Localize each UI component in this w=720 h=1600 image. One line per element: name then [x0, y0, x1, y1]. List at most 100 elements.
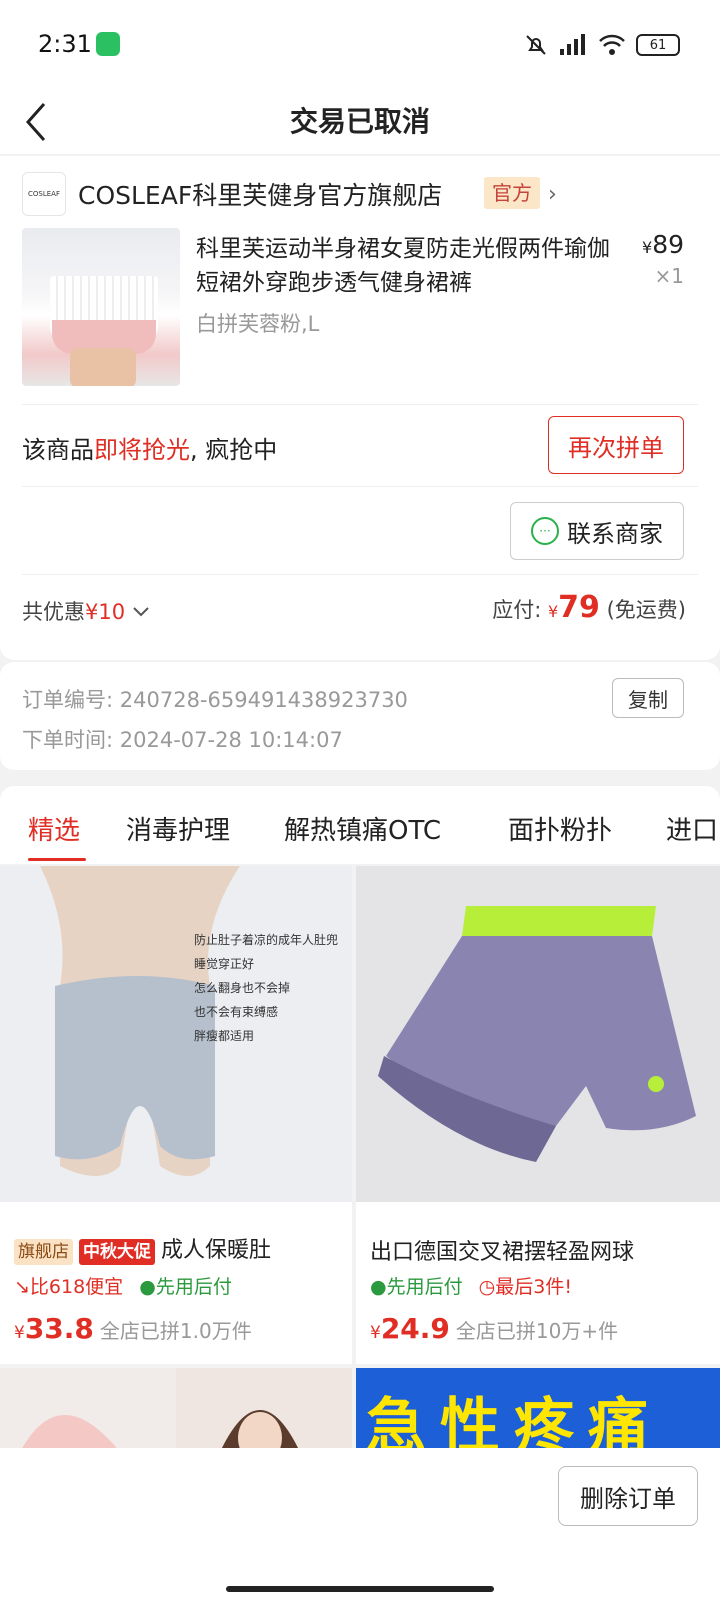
price-currency: ¥ [642, 238, 653, 257]
sold-count: 全店已拼10万+件 [455, 1319, 619, 1343]
product-thumbnail[interactable] [22, 228, 180, 386]
badge-cheaper: 比618便宜 [29, 1276, 124, 1298]
order-number-label: 订单编号: [22, 688, 114, 712]
payable-label: 应付: [492, 598, 542, 622]
recommendation-card[interactable] [0, 1368, 352, 1452]
status-bar: 2:31 61 [0, 0, 720, 90]
divider [22, 574, 698, 575]
chevron-left-icon [25, 103, 46, 141]
pay-later-icon: ● [370, 1276, 387, 1298]
pay-later-icon: ● [139, 1276, 156, 1298]
product-quantity: ×1 [654, 264, 684, 288]
divider [22, 404, 698, 405]
delete-order-button[interactable]: 删除订单 [558, 1466, 698, 1526]
tennis-skirt-illustration [356, 866, 720, 1202]
discount-summary[interactable]: 共优惠¥10 [22, 596, 150, 626]
sold-count: 全店已拼1.0万件 [99, 1319, 252, 1343]
discount-value: ¥10 [85, 600, 126, 624]
chevron-down-icon [133, 607, 149, 617]
nav-bar: 交易已取消 [0, 90, 720, 154]
product-title[interactable]: 科里芙运动半身裙女夏防走光假两件瑜伽短裙外穿跑步透气健身裙裤 [196, 232, 616, 300]
order-number-row: 订单编号: 240728-659491438923730 [22, 684, 408, 714]
status-icons: 61 [524, 32, 680, 58]
order-card: COSLEAF COSLEAF科里芙健身官方旗舰店 官方 › 科里芙运动半身裙女… [0, 156, 720, 660]
status-time: 2:31 [38, 30, 92, 58]
product-badges: ●先用后付 ◷最后3件! [370, 1272, 572, 1299]
caption-line: 怎么翻身也不会掉 [194, 981, 291, 995]
tab-featured[interactable]: 精选 [28, 810, 80, 847]
shipping-note: (免运费) [606, 598, 686, 622]
hint-highlight: 即将抢光 [94, 436, 190, 464]
flagship-tag: 旗舰店 [14, 1239, 73, 1265]
store-logo-text: COSLEAF [28, 190, 60, 198]
caption-line: 睡觉穿正好 [194, 957, 255, 971]
official-badge: 官方 [484, 177, 540, 209]
stock-hint: 该商品即将抢光, 疯抢中 [22, 430, 277, 465]
page-title: 交易已取消 [289, 105, 430, 138]
product-title: 旗舰店 中秋大促 成人保暖肚 [14, 1232, 271, 1265]
clock-icon: ◷ [478, 1276, 496, 1298]
price-currency: ¥ [14, 1323, 25, 1343]
product-image[interactable]: 防止肚子着凉的成年人肚兜 睡觉穿正好 怎么翻身也不会掉 也不会有束缚感 胖瘦都适… [0, 866, 352, 1202]
order-number: 240728-659491438923730 [119, 688, 408, 712]
recommendation-card[interactable]: 防止肚子着凉的成年人肚兜 睡觉穿正好 怎么翻身也不会掉 也不会有束缚感 胖瘦都适… [0, 866, 352, 1364]
promo-tag: 中秋大促 [79, 1239, 155, 1265]
contact-seller-label: 联系商家 [567, 519, 663, 548]
product-image-caption: 防止肚子着凉的成年人肚兜 睡觉穿正好 怎么翻身也不会掉 也不会有束缚感 胖瘦都适… [194, 928, 352, 1048]
product-image[interactable] [356, 866, 720, 1202]
badge-pay-later: 先用后付 [386, 1276, 463, 1298]
price-currency: ¥ [370, 1323, 381, 1343]
badge-pay-later: 先用后付 [155, 1276, 232, 1298]
price-drop-icon: ↘ [14, 1276, 30, 1298]
caption-line: 胖瘦都适用 [194, 1029, 255, 1043]
product-image [0, 1368, 352, 1452]
order-time-label: 下单时间: [22, 728, 114, 752]
wifi-icon [599, 34, 625, 55]
mute-bell-icon [526, 35, 546, 55]
rebuy-button[interactable]: 再次拼单 [548, 416, 684, 474]
banner-text: 急性疼痛 [366, 1392, 662, 1452]
recommendation-card[interactable]: 出口德国交叉裙摆轻盈网球 ●先用后付 ◷最后3件! ¥24.9 全店已拼10万+件 [356, 866, 720, 1364]
store-name[interactable]: COSLEAF科里芙健身官方旗舰店 [78, 176, 442, 212]
order-info: 订单编号: 240728-659491438923730 下单时间: 2024-… [0, 662, 720, 770]
product-badges: ↘比618便宜 ●先用后付 [14, 1272, 232, 1299]
product-title-text: 成人保暖肚 [161, 1238, 272, 1263]
hint-prefix: 该商品 [22, 436, 94, 464]
payable-summary: 应付: ¥79 (免运费) [492, 590, 686, 625]
wechat-notification-icon [96, 32, 120, 56]
price-value: 89 [652, 230, 684, 259]
bottom-action-bar: 删除订单 [0, 1448, 720, 1600]
badge-last-items: 最后3件! [495, 1276, 572, 1298]
recommendation-card[interactable]: 急性疼痛 [356, 1368, 720, 1452]
product-price: ¥89 [642, 230, 684, 259]
tab-powder-puff[interactable]: 面扑粉扑 [508, 810, 612, 847]
contact-seller-button[interactable]: ··· 联系商家 [510, 502, 684, 560]
product-price: ¥24.9 全店已拼10万+件 [370, 1312, 618, 1345]
tab-disinfection[interactable]: 消毒护理 [126, 810, 230, 847]
home-indicator[interactable] [226, 1586, 494, 1592]
order-time-row: 下单时间: 2024-07-28 10:14:07 [22, 724, 343, 754]
caption-line: 也不会有束缚感 [194, 1005, 279, 1019]
price-value: 33.8 [24, 1312, 94, 1345]
payable-currency: ¥ [547, 602, 559, 621]
discount-label: 共优惠 [22, 600, 85, 624]
battery-icon: 61 [636, 34, 680, 56]
order-time: 2024-07-28 10:14:07 [119, 728, 343, 752]
tab-imported[interactable]: 进口 [666, 810, 718, 847]
tab-underline [28, 858, 86, 861]
tab-pain-relief[interactable]: 解热镇痛OTC [284, 810, 441, 847]
category-tabs: 精选 消毒护理 解热镇痛OTC 面扑粉扑 进口 [0, 786, 720, 864]
chat-bubble-icon: ··· [531, 517, 559, 545]
back-button[interactable] [22, 90, 66, 154]
product-sku: 白拼芙蓉粉,L [196, 312, 320, 336]
signal-icon [560, 34, 585, 55]
copy-button[interactable]: 复制 [612, 678, 684, 718]
product-title: 出口德国交叉裙摆轻盈网球 [370, 1240, 635, 1265]
chevron-right-icon[interactable]: › [548, 182, 557, 207]
store-logo[interactable]: COSLEAF [22, 172, 66, 216]
divider [22, 486, 698, 487]
payable-amount: 79 [558, 590, 600, 625]
caption-line: 防止肚子着凉的成年人肚兜 [194, 933, 339, 947]
price-value: 24.9 [380, 1312, 450, 1345]
hint-suffix: , 疯抢中 [190, 436, 278, 464]
